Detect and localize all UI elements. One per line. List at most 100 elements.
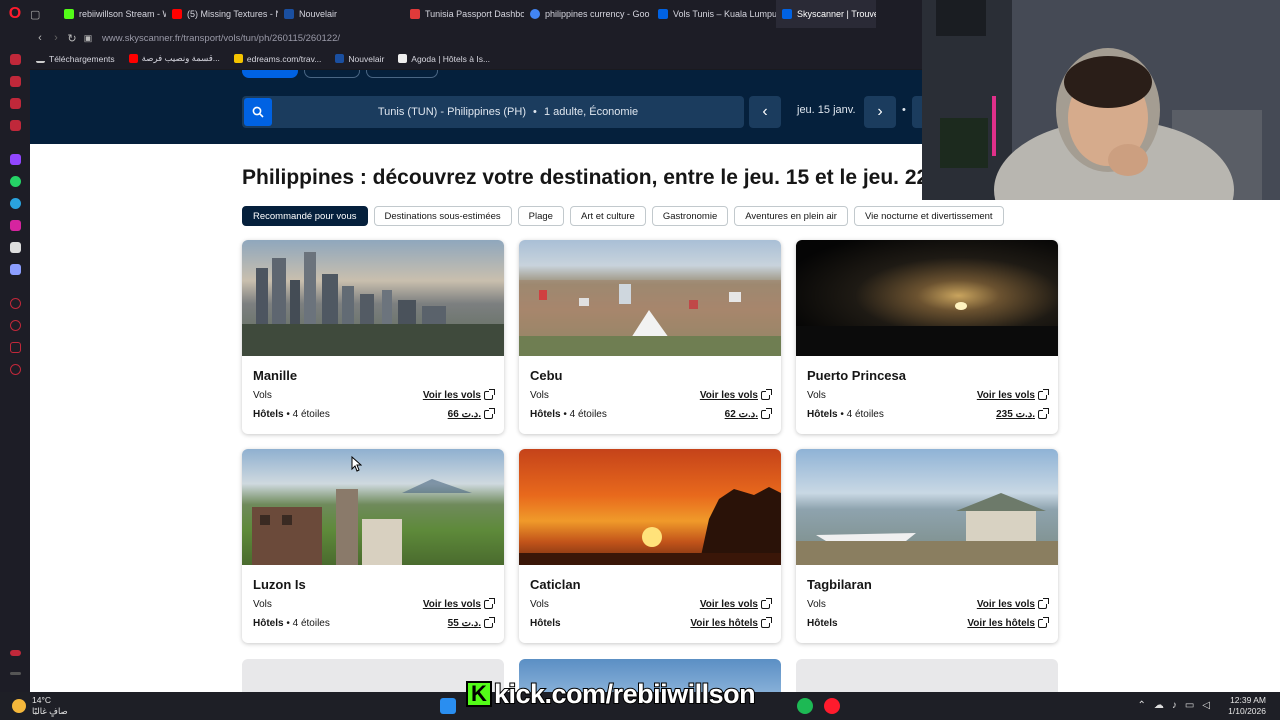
see-flights-link[interactable]: Voir les vols [700, 389, 772, 401]
filter-chip-recommended[interactable]: Recommandé pour vous [242, 206, 368, 226]
bookmark-agoda[interactable]: Agoda | Hôtels à Is... [398, 54, 490, 64]
back-icon[interactable]: ‹ [32, 32, 48, 44]
tab-passport[interactable]: Tunisia Passport Dashboa [404, 0, 524, 28]
hotel-price-link[interactable]: 235 د.ت. [996, 408, 1049, 420]
hotel-stars: • 4 étoiles [283, 409, 330, 420]
tab-kick[interactable]: rebiiwillson Stream - Watc [58, 0, 166, 28]
destination-card-partial[interactable] [796, 659, 1058, 692]
workspaces-icon[interactable]: ▢ [30, 8, 40, 21]
destination-card-partial[interactable] [242, 659, 504, 692]
destination-name: Puerto Princesa [807, 368, 906, 383]
twitch-icon[interactable] [10, 154, 21, 165]
display-icon[interactable]: ▭ [1185, 700, 1194, 711]
see-flights-link[interactable]: Voir les vols [423, 598, 495, 610]
forward-icon[interactable]: › [48, 32, 64, 44]
hotel-stars: • 4 étoiles [560, 409, 607, 420]
destination-image [519, 449, 781, 565]
clock-icon[interactable] [10, 320, 21, 331]
flights-row: Vols Voir les vols [807, 389, 1049, 401]
extensions-icon[interactable] [10, 342, 21, 353]
filter-chip-art-culture[interactable]: Art et culture [569, 206, 646, 226]
aria-icon[interactable] [10, 54, 21, 65]
link-label: Voir les vols [976, 390, 1035, 401]
hotel-price-link[interactable]: 66 د.ت. [448, 408, 495, 420]
filter-chip-underrated[interactable]: Destinations sous-estimées [373, 206, 512, 226]
search-icon[interactable] [244, 98, 272, 126]
music-icon[interactable] [10, 120, 21, 131]
telegram-icon[interactable] [10, 198, 21, 209]
destination-name: Caticlan [530, 577, 581, 592]
see-hotels-link[interactable]: Voir les hôtels [690, 617, 772, 629]
clock[interactable]: 12:39 AM 1/10/2026 [1228, 695, 1266, 717]
destination-card[interactable]: Tagbilaran Vols Voir les vols Hôtels Voir … [796, 449, 1058, 643]
cloud-icon[interactable]: ☁ [1154, 700, 1164, 711]
tiktok-icon[interactable] [10, 242, 21, 253]
more-icon[interactable] [10, 672, 21, 675]
tab-skyscanner-active[interactable]: Skyscanner | Trouvez [776, 0, 876, 28]
tab-vols-kl[interactable]: Vols Tunis – Kuala Lumpur [652, 0, 776, 28]
opera-taskbar-icon[interactable] [824, 698, 840, 714]
link-label: Voir les vols [422, 390, 481, 401]
discord-icon[interactable] [10, 264, 21, 275]
temperature: 14°C [32, 695, 51, 705]
destination-card[interactable]: Manille Vols Voir les vols Hôtels • 4 éto… [242, 240, 504, 434]
destination-card[interactable]: Puerto Princesa Vols Voir les vols Hôtels… [796, 240, 1058, 434]
link-label: 62 د.ت. [724, 409, 758, 420]
tab-youtube[interactable]: (5) Missing Textures - Nive [166, 0, 278, 28]
bookmark-label: قسمة ونصيب فرصة... [141, 53, 220, 63]
hotel-price-link[interactable]: 55 د.ت. [448, 617, 495, 629]
search-summary-bar[interactable]: Tunis (TUN) - Philippines (PH) • 1 adult… [242, 96, 744, 128]
windows-start-icon[interactable] [440, 698, 456, 714]
bookmark-nouvelair[interactable]: Nouvelair [335, 54, 384, 64]
selected-date[interactable]: jeu. 15 janv. [797, 104, 856, 116]
trip-type-pill[interactable] [242, 70, 298, 78]
external-link-icon [761, 617, 772, 628]
trip-type-pills [242, 70, 438, 78]
bookmark-edreams[interactable]: edreams.com/trav... [233, 54, 321, 64]
destination-card[interactable]: Cebu Vols Voir les vols Hôtels • 4 étoile… [519, 240, 781, 434]
tab-nouvelair[interactable]: Nouvelair [278, 0, 404, 28]
chat-icon[interactable] [10, 98, 21, 109]
ai-icon[interactable] [10, 76, 21, 87]
destination-card[interactable]: Luzon Is Vols Voir les vols Hôtels • 4 ét… [242, 449, 504, 643]
link-label: Voir les hôtels [967, 618, 1035, 629]
tab-google[interactable]: philippines currency - Goo [524, 0, 652, 28]
reload-icon[interactable]: ↻ [64, 32, 80, 45]
spotify-icon[interactable] [797, 698, 813, 714]
next-date-button[interactable]: › [864, 96, 896, 128]
trip-type-pill[interactable] [304, 70, 360, 78]
hotel-price-link[interactable]: 62 د.ت. [724, 408, 772, 420]
whatsapp-icon[interactable] [10, 176, 21, 187]
history-icon[interactable] [10, 298, 21, 309]
instagram-icon[interactable] [10, 220, 21, 231]
see-flights-link[interactable]: Voir les vols [700, 598, 772, 610]
microphone-icon[interactable]: ♪ [1172, 700, 1177, 711]
weather-widget[interactable]: 14°C صافٍ غالبًا [12, 695, 68, 717]
external-link-icon [484, 389, 495, 400]
bookmark-downloads[interactable]: Téléchargements [36, 54, 115, 64]
hotels-label: Hôtels • 4 étoiles [530, 409, 607, 420]
bookmark-youtube[interactable]: قسمة ونصيب فرصة... [128, 53, 220, 64]
trip-type-pill[interactable] [366, 70, 438, 78]
volume-icon[interactable]: ◁ [1202, 700, 1210, 711]
destination-card[interactable]: Caticlan Vols Voir les vols Hôtels Voir le… [519, 449, 781, 643]
more-dot: • [902, 104, 906, 116]
link-label: Voir les vols [976, 599, 1035, 610]
see-flights-link[interactable]: Voir les vols [976, 598, 1049, 610]
filter-chips: Recommandé pour vous Destinations sous-e… [242, 206, 1004, 226]
settings-icon[interactable] [10, 364, 21, 375]
gx-icon[interactable] [10, 650, 21, 656]
filter-chip-nightlife[interactable]: Vie nocturne et divertissement [853, 206, 1004, 226]
filter-chip-outdoor[interactable]: Aventures en plein air [734, 206, 848, 226]
see-flights-link[interactable]: Voir les vols [422, 389, 495, 401]
url-field[interactable]: www.skyscanner.fr/transport/vols/tun/ph/… [102, 33, 340, 44]
see-hotels-link[interactable]: Voir les hôtels [967, 617, 1049, 629]
flights-row: Vols Voir les vols [807, 598, 1049, 610]
prev-date-button[interactable]: ‹ [749, 96, 781, 128]
route-text: Tunis (TUN) - Philippines (PH) [377, 106, 526, 118]
filter-chip-gastronomy[interactable]: Gastronomie [651, 206, 729, 226]
opera-menu-icon[interactable]: O [0, 0, 30, 28]
see-flights-link[interactable]: Voir les vols [976, 389, 1049, 401]
chevron-up-icon[interactable]: ⌃ [1137, 700, 1145, 711]
filter-chip-beach[interactable]: Plage [517, 206, 564, 226]
